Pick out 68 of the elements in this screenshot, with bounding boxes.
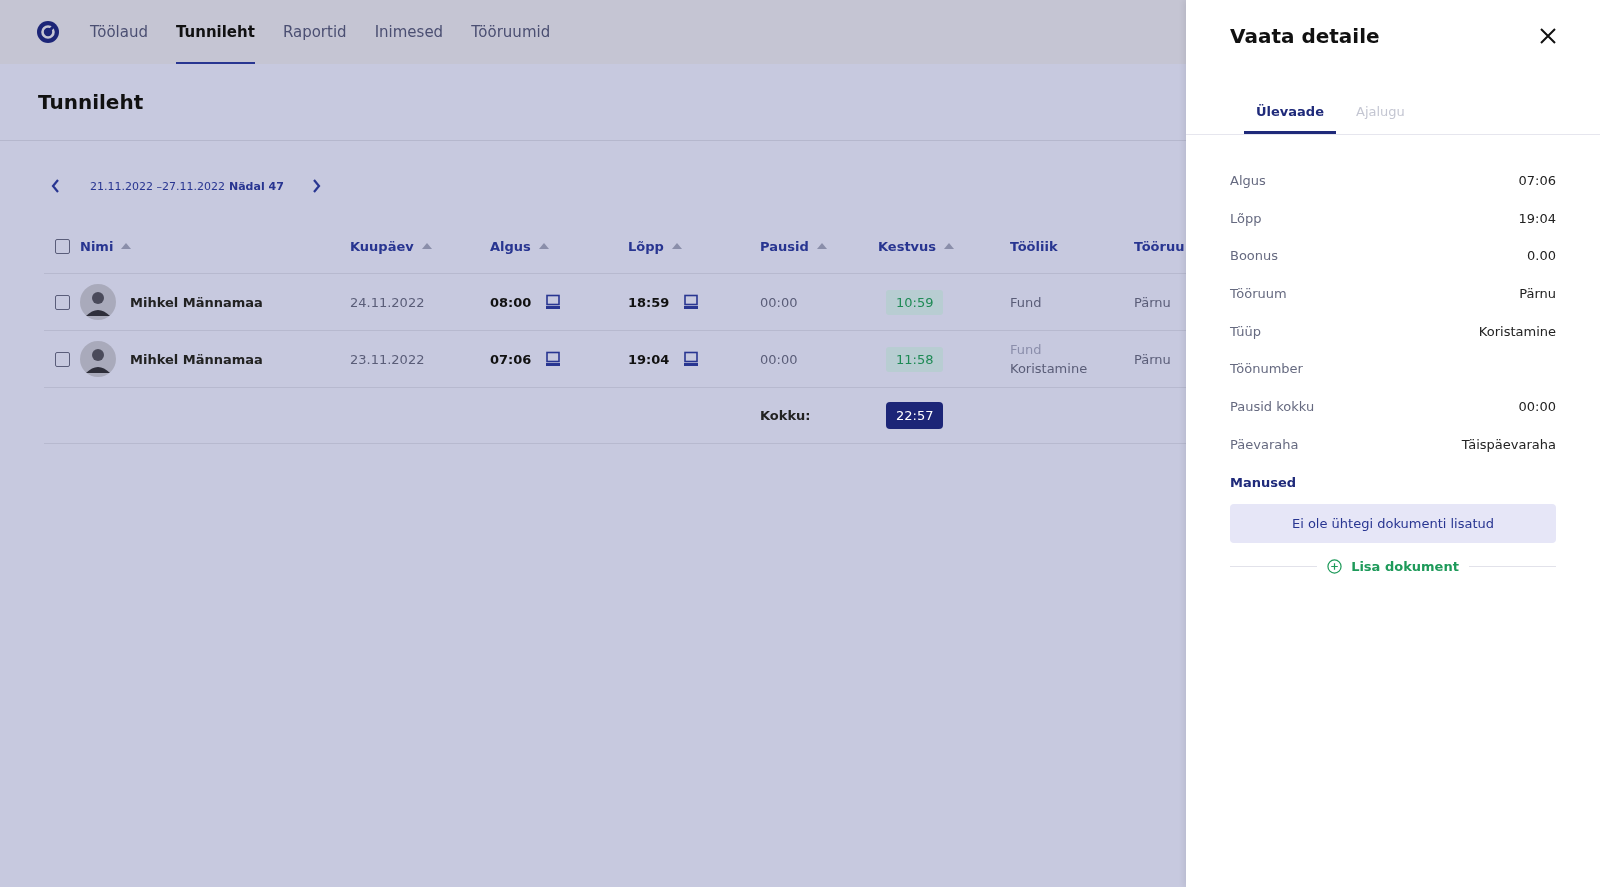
column-header[interactable]: Tööruu <box>1134 238 1185 254</box>
date-range: 21.11.2022 –27.11.2022 <box>90 179 225 193</box>
end-time: 18:59 <box>628 294 670 310</box>
column-header[interactable]: Pausid <box>760 238 809 254</box>
work-type-text: Fund <box>1010 342 1042 357</box>
attachments-heading: Manused <box>1230 474 1298 490</box>
end-time: 19:04 <box>628 351 670 367</box>
computer-icon <box>683 294 700 310</box>
column-header[interactable]: Tööliik <box>1010 238 1058 254</box>
detail-label: Pausid kokku <box>1230 399 1315 415</box>
plus-circle-icon[interactable] <box>1327 558 1343 574</box>
column-header[interactable]: Algus <box>490 238 531 254</box>
column-header[interactable]: Kestvus <box>878 238 937 254</box>
computer-icon <box>545 351 562 367</box>
work-type-text: Fund <box>1010 294 1042 310</box>
detail-value: Koristamine <box>1478 323 1556 339</box>
detail-label: Lõpp <box>1230 210 1262 226</box>
detail-label: Päevaraha <box>1230 436 1299 452</box>
employee-name: Mihkel Männamaa <box>130 351 263 367</box>
detail-value: 07:06 <box>1518 173 1556 188</box>
breaks-text: 00:00 <box>760 351 798 367</box>
drawer-title: Vaata detaile <box>1230 24 1380 48</box>
detail-label: Tööruum <box>1230 286 1287 302</box>
nav-tab[interactable]: Inimesed <box>374 0 444 64</box>
detail-value: 0.00 <box>1527 248 1556 264</box>
start-time: 07:06 <box>490 351 532 367</box>
date-text: 23.11.2022 <box>350 351 425 367</box>
detail-value: 00:00 <box>1518 399 1556 415</box>
week-number: Nädal 47 <box>228 179 284 193</box>
date-text: 24.11.2022 <box>350 294 425 310</box>
detail-label: Töönumber <box>1230 361 1303 377</box>
total-badge: 22:57 <box>886 402 944 429</box>
empty-attachments-notice: Ei ole ühtegi dokumenti lisatud <box>1230 503 1556 543</box>
workspace-text: Pärnu <box>1134 294 1171 310</box>
workspace-text: Pärnu <box>1134 351 1171 367</box>
computer-icon <box>545 294 562 310</box>
nav-tab[interactable]: Töölaud <box>90 0 148 64</box>
total-label: Kokku: <box>760 408 811 423</box>
detail-label: Boonus <box>1230 248 1279 264</box>
column-header[interactable]: Kuupäev <box>350 238 414 254</box>
close-icon[interactable] <box>1540 28 1556 44</box>
row-checkbox[interactable] <box>54 351 70 367</box>
computer-icon <box>683 351 700 367</box>
start-time: 08:00 <box>490 294 532 310</box>
nav-tab[interactable]: Raportid <box>282 0 347 64</box>
duration-badge: 10:59 <box>886 289 944 315</box>
row-checkbox[interactable] <box>54 294 70 310</box>
breaks-text: 00:00 <box>760 294 798 310</box>
work-type-text: Koristamine <box>1010 361 1088 376</box>
logo-icon[interactable] <box>36 20 60 44</box>
detail-label: Tüüp <box>1230 323 1261 339</box>
column-header[interactable]: Lõpp <box>628 238 664 254</box>
detail-value: Täispäevaraha <box>1461 436 1556 452</box>
duration-badge: 11:58 <box>886 346 944 372</box>
column-header[interactable]: Nimi <box>80 238 114 254</box>
page-title: Tunnileht <box>38 90 144 114</box>
detail-value: Pärnu <box>1519 286 1556 302</box>
select-all-checkbox[interactable] <box>54 238 70 254</box>
nav-tab[interactable]: Tunnileht <box>175 0 255 64</box>
detail-label: Algus <box>1230 173 1266 188</box>
drawer-tab[interactable]: Ülevaade <box>1244 100 1336 134</box>
avatar-icon <box>80 341 116 377</box>
nav-tab[interactable]: Tööruumid <box>471 0 551 64</box>
employee-name: Mihkel Männamaa <box>130 294 263 310</box>
chevron-left-icon[interactable] <box>50 178 62 194</box>
avatar-icon <box>80 284 116 320</box>
detail-value: 19:04 <box>1518 210 1556 226</box>
add-document-link[interactable]: Lisa dokument <box>1327 558 1459 574</box>
